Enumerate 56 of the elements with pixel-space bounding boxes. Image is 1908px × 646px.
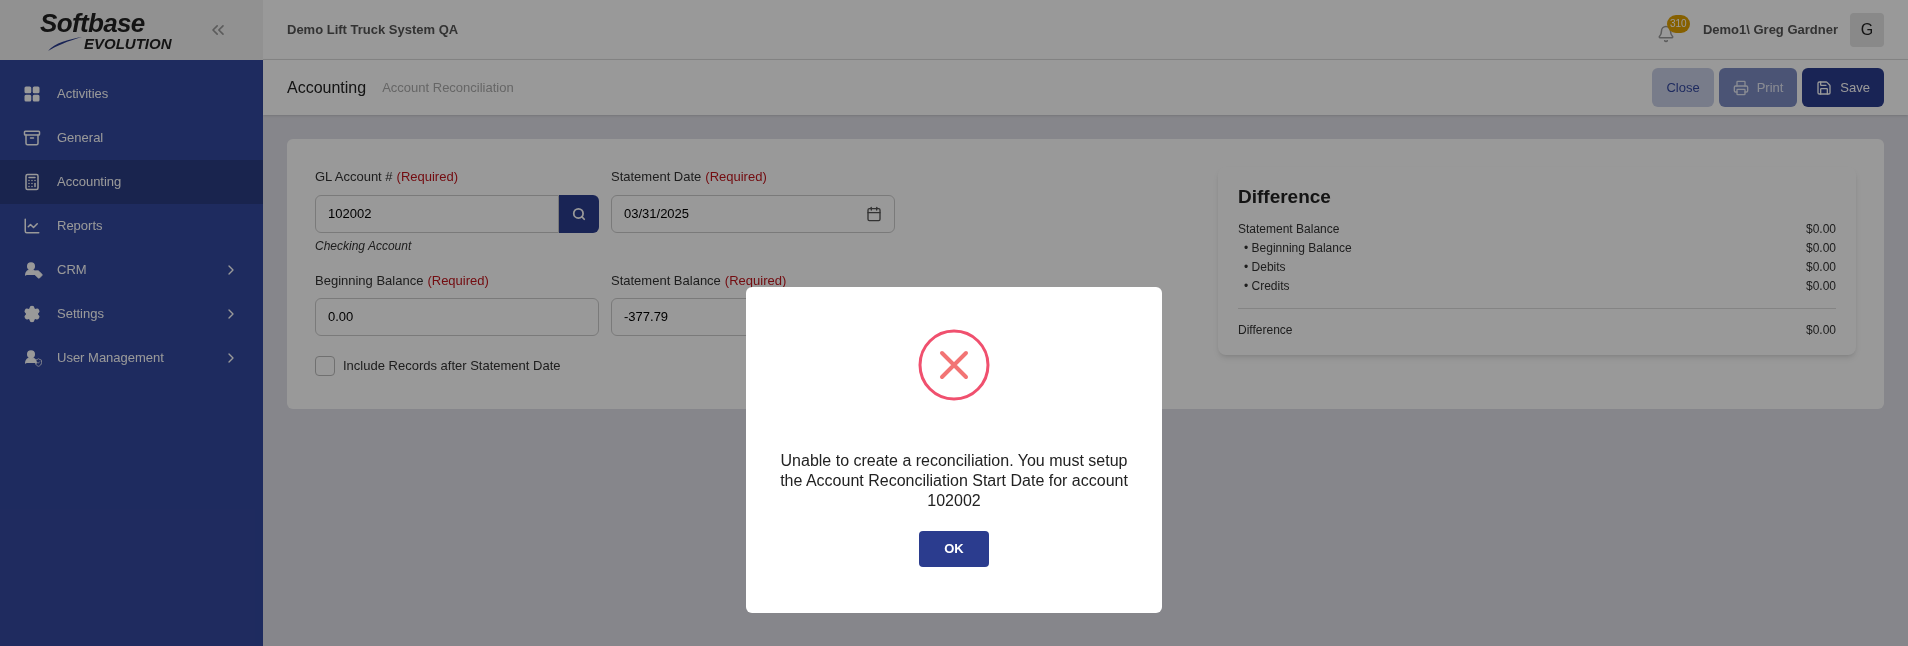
account-name: Checking Account (315, 237, 413, 255)
panel-title: Difference (1238, 185, 1332, 209)
summary-value: $0.00 (1805, 220, 1836, 238)
sidebar-item[interactable]: User Management (0, 336, 263, 380)
save-icon (1816, 79, 1833, 96)
field-label: GL Account # (315, 168, 393, 186)
sidebar-item[interactable]: Activities (0, 72, 263, 116)
notification-count: 310 (1666, 14, 1690, 33)
archive-icon (23, 129, 41, 147)
search-button[interactable] (559, 194, 599, 233)
checkbox-label: Include Records after Statement Date (343, 357, 561, 376)
calendar-icon (866, 205, 882, 222)
sidebar-item[interactable]: CRM (0, 248, 263, 292)
user-tag-icon (23, 261, 41, 279)
sidebar-item[interactable]: General (0, 116, 263, 160)
chart-icon (23, 217, 41, 235)
summary-label: • Debits (1244, 258, 1286, 276)
search-icon (572, 206, 586, 221)
user-avatar[interactable]: G (1850, 12, 1884, 47)
logo-subtext: EVOLUTION (84, 35, 172, 51)
sidebar-item[interactable]: Settings (0, 292, 263, 336)
page-title: Accounting (287, 77, 367, 98)
text-input[interactable]: 0.00 (315, 298, 599, 336)
user-name[interactable]: Demo1\ Greg Gardner (1702, 19, 1838, 40)
required-marker: (Required) (724, 271, 787, 290)
summary-value: $0.00 (1805, 277, 1836, 295)
field-label: Statement Balance (611, 271, 721, 290)
settings-icon (23, 305, 41, 323)
field-label: Statement Date (611, 168, 702, 186)
summary-label: Difference (1238, 321, 1293, 339)
sidebar-item[interactable]: Reports (0, 204, 263, 248)
required-marker: (Required) (396, 168, 458, 186)
ok-button[interactable]: OK (919, 531, 989, 567)
grid-icon (23, 85, 41, 103)
company-title: Demo Lift Truck System QA (287, 20, 460, 39)
sidebar-item[interactable]: Accounting (0, 160, 263, 204)
action-button[interactable]: Close (1652, 68, 1714, 107)
printer-icon (1732, 79, 1749, 96)
summary-value: $0.00 (1805, 258, 1836, 276)
action-button[interactable]: Save (1802, 68, 1884, 107)
error-icon (918, 329, 990, 401)
field-label: Beginning Balance (315, 271, 424, 290)
checkbox[interactable] (315, 356, 335, 376)
summary-label: • Credits (1244, 277, 1290, 295)
required-marker: (Required) (705, 168, 767, 186)
summary-value: $0.00 (1805, 239, 1836, 257)
calculator-icon (23, 173, 41, 191)
account-input[interactable]: 102002 (315, 194, 559, 233)
logo-text: Softbase (40, 9, 145, 36)
summary-label: Statement Balance (1238, 220, 1340, 238)
summary-label: • Beginning Balance (1244, 239, 1352, 257)
required-marker: (Required) (427, 271, 489, 290)
date-input[interactable]: 03/31/2025 (611, 194, 895, 233)
user-shield-icon (23, 349, 41, 367)
summary-value: $0.00 (1805, 321, 1836, 339)
error-message: Unable to create a reconciliation. You must setup the Account Reconciliation Start Date for account 102002 (779, 451, 1129, 511)
